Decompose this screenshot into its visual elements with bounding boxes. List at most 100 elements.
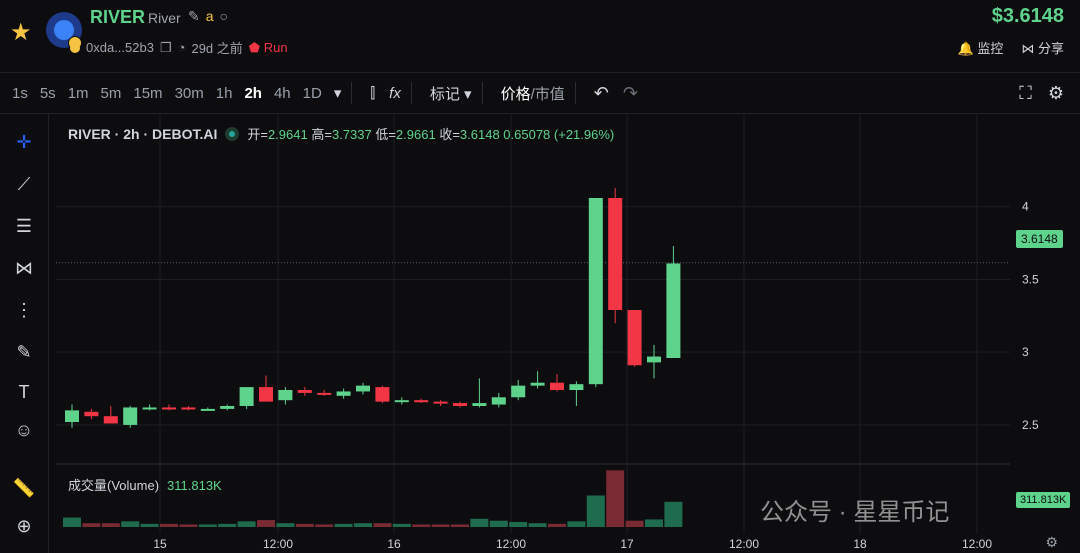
x-tick-label: 18	[853, 537, 867, 551]
tf-15m[interactable]: 15m	[133, 85, 162, 102]
tf-5m[interactable]: 5m	[101, 85, 122, 102]
candle-body	[627, 310, 642, 366]
token-age: 29d 之前	[191, 41, 243, 56]
tf-5s[interactable]: 5s	[40, 85, 56, 102]
token-symbol: RIVER	[90, 7, 146, 27]
tf-30m[interactable]: 30m	[175, 85, 204, 102]
redo-icon[interactable]: ↷	[623, 83, 638, 104]
chart-title: RIVER · 2h · DEBOT.AI	[68, 125, 218, 142]
undo-icon[interactable]: ↶	[594, 83, 609, 104]
candle-body	[239, 387, 254, 406]
copy-icon[interactable]: ❐	[160, 40, 172, 56]
last-price-label: 3.6148	[1016, 230, 1063, 248]
volume-bar	[509, 521, 528, 527]
volume-bar	[257, 520, 275, 527]
time-axis[interactable]: 15 12:00 16 12:00 17 12:00 18 12:00	[56, 536, 1010, 553]
tf-1s[interactable]: 1s	[12, 85, 28, 102]
volume-bar	[315, 524, 334, 527]
live-indicator-icon	[225, 126, 240, 141]
candle-body	[433, 401, 448, 404]
watch-button[interactable]: 🔔 监控	[958, 38, 1004, 57]
candle-body	[336, 391, 351, 396]
candle-body	[530, 382, 545, 386]
volume-bar	[489, 520, 508, 527]
zoom-in-icon[interactable]: ⊕	[12, 514, 36, 538]
candle-body	[569, 384, 584, 390]
candle-body	[317, 392, 332, 395]
tf-4h[interactable]: 4h	[274, 85, 291, 102]
candle-body	[123, 407, 138, 425]
candle-body	[84, 411, 99, 417]
candle-body	[103, 416, 118, 424]
bell-icon: 🔔	[957, 41, 974, 56]
pattern-icon[interactable]: ⋈	[12, 256, 36, 280]
token-address[interactable]: 0xda...52b3	[86, 40, 154, 55]
candle-body	[666, 263, 681, 358]
candle-body	[278, 390, 293, 401]
candle-body	[200, 408, 215, 411]
volume-label: 成交量(Volume)	[68, 478, 160, 493]
timeframe-dropdown-icon[interactable]: ▾	[334, 84, 342, 102]
volume-bar	[645, 519, 663, 527]
current-price: $3.6148	[991, 5, 1064, 27]
volume-bar	[470, 518, 489, 527]
trendline-icon[interactable]: ⟋	[12, 172, 36, 196]
text-tool-icon[interactable]: T	[12, 380, 36, 404]
tag-icon[interactable]: a	[206, 8, 214, 25]
tf-1m[interactable]: 1m	[68, 85, 89, 102]
share-button[interactable]: ⋈ 分享	[1021, 38, 1064, 57]
candle-body	[297, 390, 312, 393]
volume-bar	[625, 520, 644, 527]
volume-bar	[179, 524, 198, 527]
volume-bar	[548, 523, 566, 527]
volume-bar	[295, 523, 314, 527]
search-icon[interactable]: ○	[220, 8, 228, 25]
volume-bar	[121, 521, 140, 527]
indicators-icon[interactable]: fx	[389, 85, 401, 102]
last-volume-label: 311.813K	[1016, 492, 1071, 508]
fib-icon[interactable]: ⋮	[12, 298, 36, 322]
crosshair-icon[interactable]: ✛	[12, 130, 36, 154]
volume-bar	[451, 524, 469, 527]
volume-value: 311.813K	[167, 478, 222, 493]
horizontal-lines-icon[interactable]: ☰	[12, 214, 36, 238]
price-toggle[interactable]: 价格/市值	[501, 83, 565, 104]
edit-icon[interactable]: ✎	[188, 8, 200, 25]
candle-body	[394, 400, 409, 403]
candle-type-icon[interactable]: ⫿	[370, 85, 375, 102]
candle-body	[375, 387, 390, 402]
volume-bar	[373, 523, 392, 527]
volume-bar	[392, 523, 411, 527]
chart-toolbar: 1s 5s 1m 5m 15m 30m 1h 2h 4h 1D ▾ ⫿ fx 标…	[0, 72, 1080, 114]
settings-gear-icon[interactable]: ⚙	[1048, 83, 1064, 104]
y-tick-label: 3.5	[1022, 272, 1039, 286]
candle-body	[162, 407, 176, 410]
y-tick-label: 4	[1022, 200, 1029, 214]
volume-bar	[412, 524, 431, 527]
volume-bar	[276, 523, 295, 527]
candle-body	[588, 198, 603, 385]
mark-dropdown[interactable]: 标记 ▾	[430, 83, 472, 104]
tf-1h[interactable]: 1h	[216, 85, 233, 102]
volume-bar	[431, 524, 450, 527]
price-axis[interactable]: 4 3.5 3 2.5	[1010, 114, 1080, 534]
x-tick-label: 17	[620, 537, 634, 551]
favorite-star-icon[interactable]: ★	[10, 18, 32, 47]
volume-bar	[140, 523, 159, 527]
emoji-icon[interactable]: ☺	[12, 418, 36, 442]
candle-body	[181, 407, 196, 410]
brush-icon[interactable]: ✎	[12, 340, 36, 364]
candle-body	[472, 403, 487, 406]
status-badge: ⬟ Run	[248, 39, 288, 55]
volume-bar	[334, 523, 353, 527]
volume-bar	[82, 523, 101, 527]
axis-settings-icon[interactable]: ⚙	[1045, 534, 1058, 551]
ruler-icon[interactable]: 📏	[12, 476, 36, 500]
x-tick-label: 16	[387, 537, 401, 551]
fullscreen-icon[interactable]: ⛶	[1019, 83, 1032, 104]
tf-2h[interactable]: 2h	[244, 85, 262, 102]
chain-icon	[70, 42, 80, 53]
volume-bar	[237, 521, 256, 527]
tf-1d[interactable]: 1D	[303, 85, 322, 102]
candle-body	[550, 382, 564, 390]
